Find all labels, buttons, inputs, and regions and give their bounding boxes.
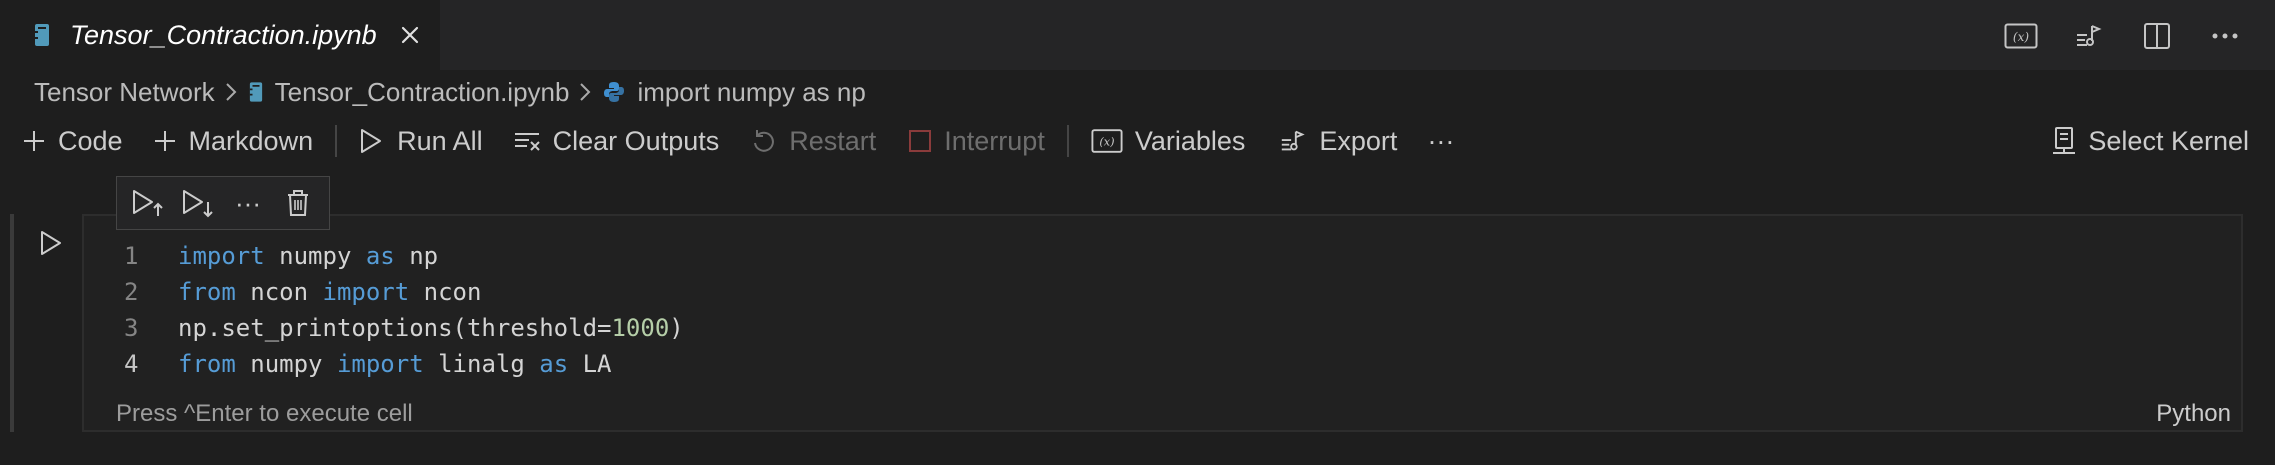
variables-button[interactable]: (x) Variables bbox=[1091, 118, 1246, 164]
export-button[interactable]: Export bbox=[1279, 118, 1397, 164]
run-below-icon[interactable] bbox=[178, 183, 218, 223]
outline-icon[interactable] bbox=[2067, 14, 2111, 58]
more-cell-actions-icon[interactable]: ··· bbox=[228, 183, 268, 223]
svg-text:(x): (x) bbox=[1099, 136, 1114, 149]
number-token: 1000 bbox=[611, 314, 670, 342]
breadcrumb-label: Tensor Network bbox=[34, 76, 215, 107]
code-token: ncon bbox=[409, 278, 482, 306]
cell-status-hint: Press ^Enter to execute cell bbox=[116, 400, 413, 427]
code-line[interactable]: 2 from ncon import ncon bbox=[118, 274, 684, 310]
keyword-token: as bbox=[365, 242, 395, 270]
keyword-token: from bbox=[178, 278, 236, 306]
clear-all-icon bbox=[513, 129, 541, 153]
split-editor-icon[interactable] bbox=[2135, 14, 2179, 58]
keyword-token: from bbox=[178, 350, 236, 378]
server-environment-icon bbox=[2052, 126, 2076, 156]
line-number: 4 bbox=[124, 350, 139, 378]
stop-icon bbox=[908, 129, 932, 153]
code-token: LA bbox=[568, 350, 612, 378]
keyword-token: as bbox=[539, 350, 569, 378]
variables-icon[interactable]: (x) bbox=[1999, 14, 2043, 58]
code-line[interactable]: 4 from numpy import linalg as LA bbox=[118, 346, 684, 382]
restart-icon bbox=[751, 128, 777, 154]
breadcrumb: Tensor Network Tensor_Contraction.ipynb … bbox=[34, 72, 866, 112]
breadcrumb-folder[interactable]: Tensor Network bbox=[34, 77, 215, 108]
run-all-icon bbox=[359, 127, 385, 155]
more-toolbar-actions-button[interactable]: ··· bbox=[1427, 118, 1454, 164]
code-token: np.set_printoptions(threshold= bbox=[178, 314, 612, 342]
variables-label: Variables bbox=[1134, 125, 1246, 156]
code-token: ncon bbox=[235, 278, 323, 306]
code-cell-editor[interactable]: 1 import numpy as np 2 from ncon import nco… bbox=[82, 214, 2243, 432]
run-all-button[interactable]: Run All bbox=[359, 118, 483, 164]
add-markdown-label: Markdown bbox=[188, 125, 314, 156]
toolbar-divider bbox=[1066, 125, 1069, 157]
interrupt-button[interactable]: Interrupt bbox=[908, 118, 1045, 164]
code-token: ) bbox=[669, 314, 684, 342]
more-label: ··· bbox=[1427, 125, 1455, 156]
keyword-token: import bbox=[336, 350, 424, 378]
cell-language-picker[interactable]: Python bbox=[2156, 400, 2231, 428]
code-text: np.set_printoptions(threshold=1000) bbox=[178, 310, 684, 346]
run-above-icon[interactable] bbox=[128, 183, 168, 223]
export-icon bbox=[1279, 126, 1307, 156]
restart-button[interactable]: Restart bbox=[751, 118, 876, 164]
line-number: 2 bbox=[124, 278, 139, 306]
restart-label: Restart bbox=[789, 125, 877, 156]
export-label: Export bbox=[1319, 125, 1398, 156]
run-cell-button[interactable] bbox=[36, 228, 66, 258]
tab-title: Tensor_Contraction.ipynb bbox=[70, 19, 377, 50]
notebook-toolbar: Code Markdown Run All Clear Outputs Rest… bbox=[22, 118, 2249, 164]
close-icon[interactable] bbox=[397, 22, 423, 48]
clear-outputs-button[interactable]: Clear Outputs bbox=[513, 118, 720, 164]
trash-icon[interactable] bbox=[278, 183, 318, 223]
code-line[interactable]: 3 np.set_printoptions(threshold=1000) bbox=[118, 310, 684, 346]
clear-outputs-label: Clear Outputs bbox=[552, 125, 720, 156]
svg-text:(x): (x) bbox=[2013, 30, 2029, 44]
code-line[interactable]: 1 import numpy as np bbox=[118, 238, 684, 274]
code-token: linalg bbox=[423, 350, 540, 378]
cell-floating-toolbar: ··· bbox=[116, 176, 330, 230]
select-kernel-label: Select Kernel bbox=[2088, 125, 2249, 156]
play-icon bbox=[41, 231, 61, 255]
editor-tab-strip: Tensor_Contraction.ipynb (x) bbox=[0, 0, 2275, 70]
code-text: from ncon import ncon bbox=[178, 274, 481, 310]
notebook-icon bbox=[34, 22, 52, 48]
code-text: import numpy as np bbox=[178, 238, 438, 274]
cell-more-label: ··· bbox=[235, 187, 261, 218]
breadcrumb-label: import numpy as np bbox=[637, 76, 866, 107]
toolbar-divider bbox=[335, 125, 338, 157]
plus-icon bbox=[22, 129, 46, 153]
code-token: np bbox=[394, 242, 439, 270]
interrupt-label: Interrupt bbox=[944, 125, 1045, 156]
add-code-cell-button[interactable]: Code bbox=[22, 118, 123, 164]
variables-icon: (x) bbox=[1091, 128, 1123, 154]
breadcrumb-symbol[interactable]: import numpy as np bbox=[603, 76, 866, 108]
code-token: numpy bbox=[264, 242, 366, 270]
keyword-token: import bbox=[178, 242, 265, 270]
add-code-label: Code bbox=[58, 125, 123, 156]
editor-title-actions: (x) bbox=[1999, 14, 2247, 58]
keyword-token: import bbox=[322, 278, 410, 306]
select-kernel-button[interactable]: Select Kernel bbox=[2052, 118, 2249, 164]
notebook-icon bbox=[249, 81, 263, 103]
python-icon bbox=[603, 81, 625, 103]
chevron-right-icon bbox=[225, 82, 237, 102]
cell-focus-indicator bbox=[10, 214, 14, 432]
breadcrumb-label: Tensor_Contraction.ipynb bbox=[274, 76, 570, 107]
run-all-label: Run All bbox=[397, 125, 483, 156]
breadcrumb-file[interactable]: Tensor_Contraction.ipynb bbox=[249, 76, 570, 108]
more-actions-icon[interactable] bbox=[2203, 14, 2247, 58]
tab-notebook[interactable]: Tensor_Contraction.ipynb bbox=[0, 0, 440, 70]
plus-icon bbox=[153, 129, 177, 153]
code-text: from numpy import linalg as LA bbox=[178, 346, 612, 382]
add-markdown-cell-button[interactable]: Markdown bbox=[153, 118, 314, 164]
code-token: numpy bbox=[235, 350, 337, 378]
chevron-right-icon bbox=[579, 82, 591, 102]
line-number: 3 bbox=[124, 314, 139, 342]
code-lines[interactable]: 1 import numpy as np 2 from ncon import nco… bbox=[118, 238, 684, 382]
line-number: 1 bbox=[124, 242, 139, 270]
